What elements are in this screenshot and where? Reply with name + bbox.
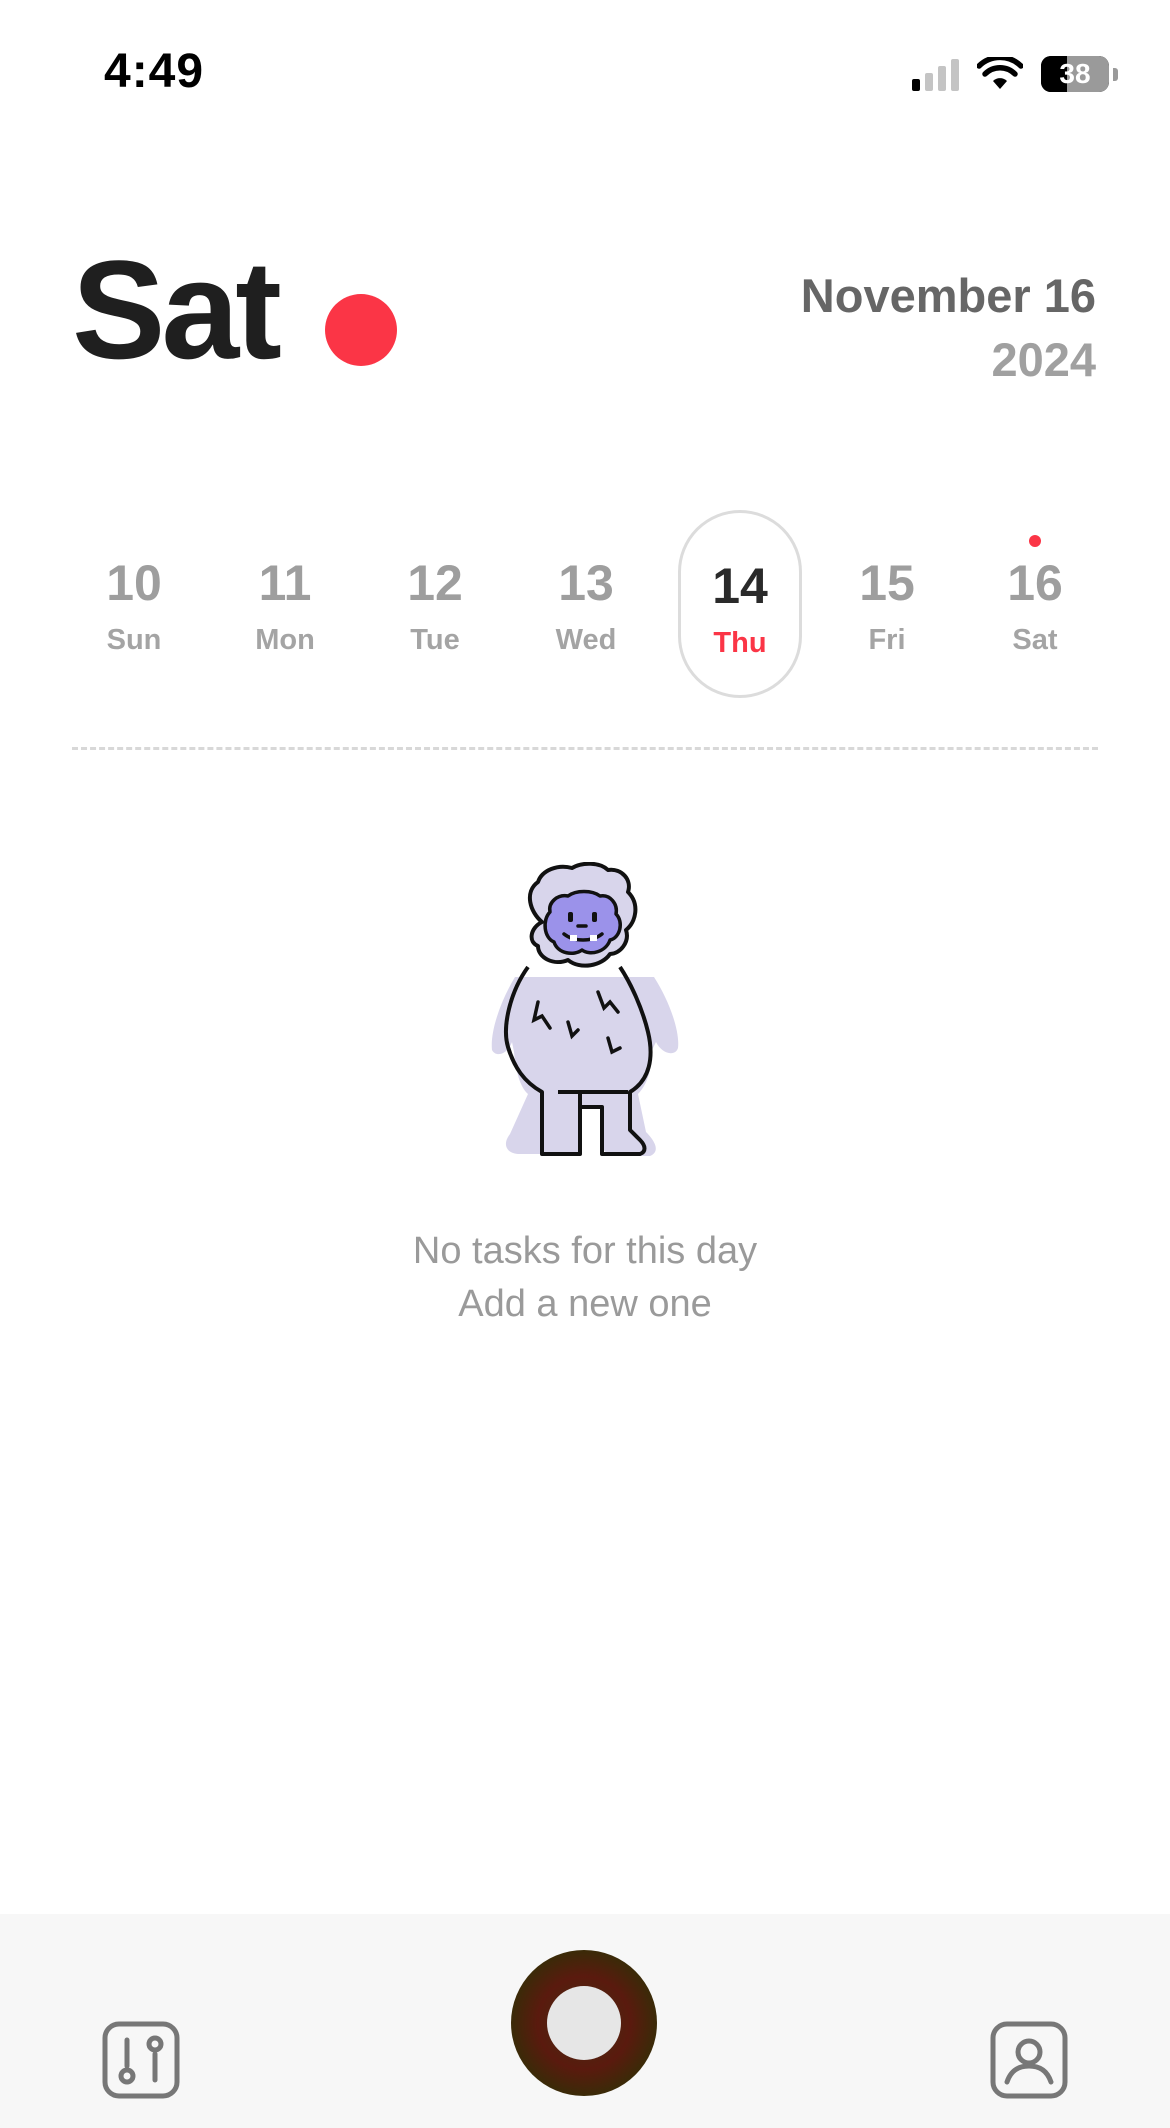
status-time: 4:49 xyxy=(104,45,205,98)
day-name: Mon xyxy=(255,624,315,656)
day-item-16-today[interactable]: 16 Sat xyxy=(973,510,1097,698)
bottom-toolbar xyxy=(0,1914,1170,2128)
yeti-mascot-illustration xyxy=(491,862,679,1156)
status-icons: 38 xyxy=(912,54,1118,94)
day-item-11[interactable]: 11 Mon xyxy=(223,510,347,698)
battery-percent: 38 xyxy=(1059,58,1091,89)
day-number: 14 xyxy=(712,558,768,614)
day-item-10[interactable]: 10 Sun xyxy=(72,510,196,698)
cellular-signal-icon xyxy=(912,57,959,91)
record-button-inner xyxy=(547,1986,621,2060)
week-strip: 10 Sun 11 Mon 12 Tue 13 Wed 14 Thu 15 Fr… xyxy=(0,510,1170,700)
day-name: Sat xyxy=(1012,624,1058,656)
day-item-14-selected[interactable]: 14 Thu xyxy=(678,510,802,698)
profile-icon[interactable] xyxy=(989,2020,1069,2100)
current-day-title: Sat xyxy=(72,231,282,388)
empty-state-title: No tasks for this day xyxy=(412,1230,758,1272)
day-number: 13 xyxy=(558,555,614,611)
record-button[interactable] xyxy=(511,1950,657,2096)
battery-icon: 38 xyxy=(1041,56,1109,92)
day-item-12[interactable]: 12 Tue xyxy=(373,510,497,698)
day-name: Fri xyxy=(868,624,906,656)
dashed-divider xyxy=(72,747,1098,750)
day-item-13[interactable]: 13 Wed xyxy=(524,510,648,698)
recording-indicator-dot xyxy=(325,294,397,366)
day-number: 10 xyxy=(106,555,162,611)
date-year: 2024 xyxy=(991,333,1096,386)
wifi-icon xyxy=(977,57,1023,89)
day-name: Thu xyxy=(713,627,767,659)
day-name: Sun xyxy=(106,624,162,656)
date-month-day[interactable]: November 16 xyxy=(801,268,1096,323)
status-bar: 4:49 38 xyxy=(0,0,1170,150)
day-number: 15 xyxy=(859,555,915,611)
day-number: 16 xyxy=(1007,555,1063,611)
battery-tip xyxy=(1113,67,1118,81)
day-number: 11 xyxy=(258,555,312,611)
day-name: Tue xyxy=(410,624,460,656)
day-item-15[interactable]: 15 Fri xyxy=(825,510,949,698)
empty-state-subtitle: Add a new one xyxy=(458,1283,712,1325)
settings-sliders-icon[interactable] xyxy=(101,2020,181,2100)
day-number: 12 xyxy=(407,555,463,611)
today-dot xyxy=(1029,535,1041,547)
day-name: Wed xyxy=(555,624,617,656)
